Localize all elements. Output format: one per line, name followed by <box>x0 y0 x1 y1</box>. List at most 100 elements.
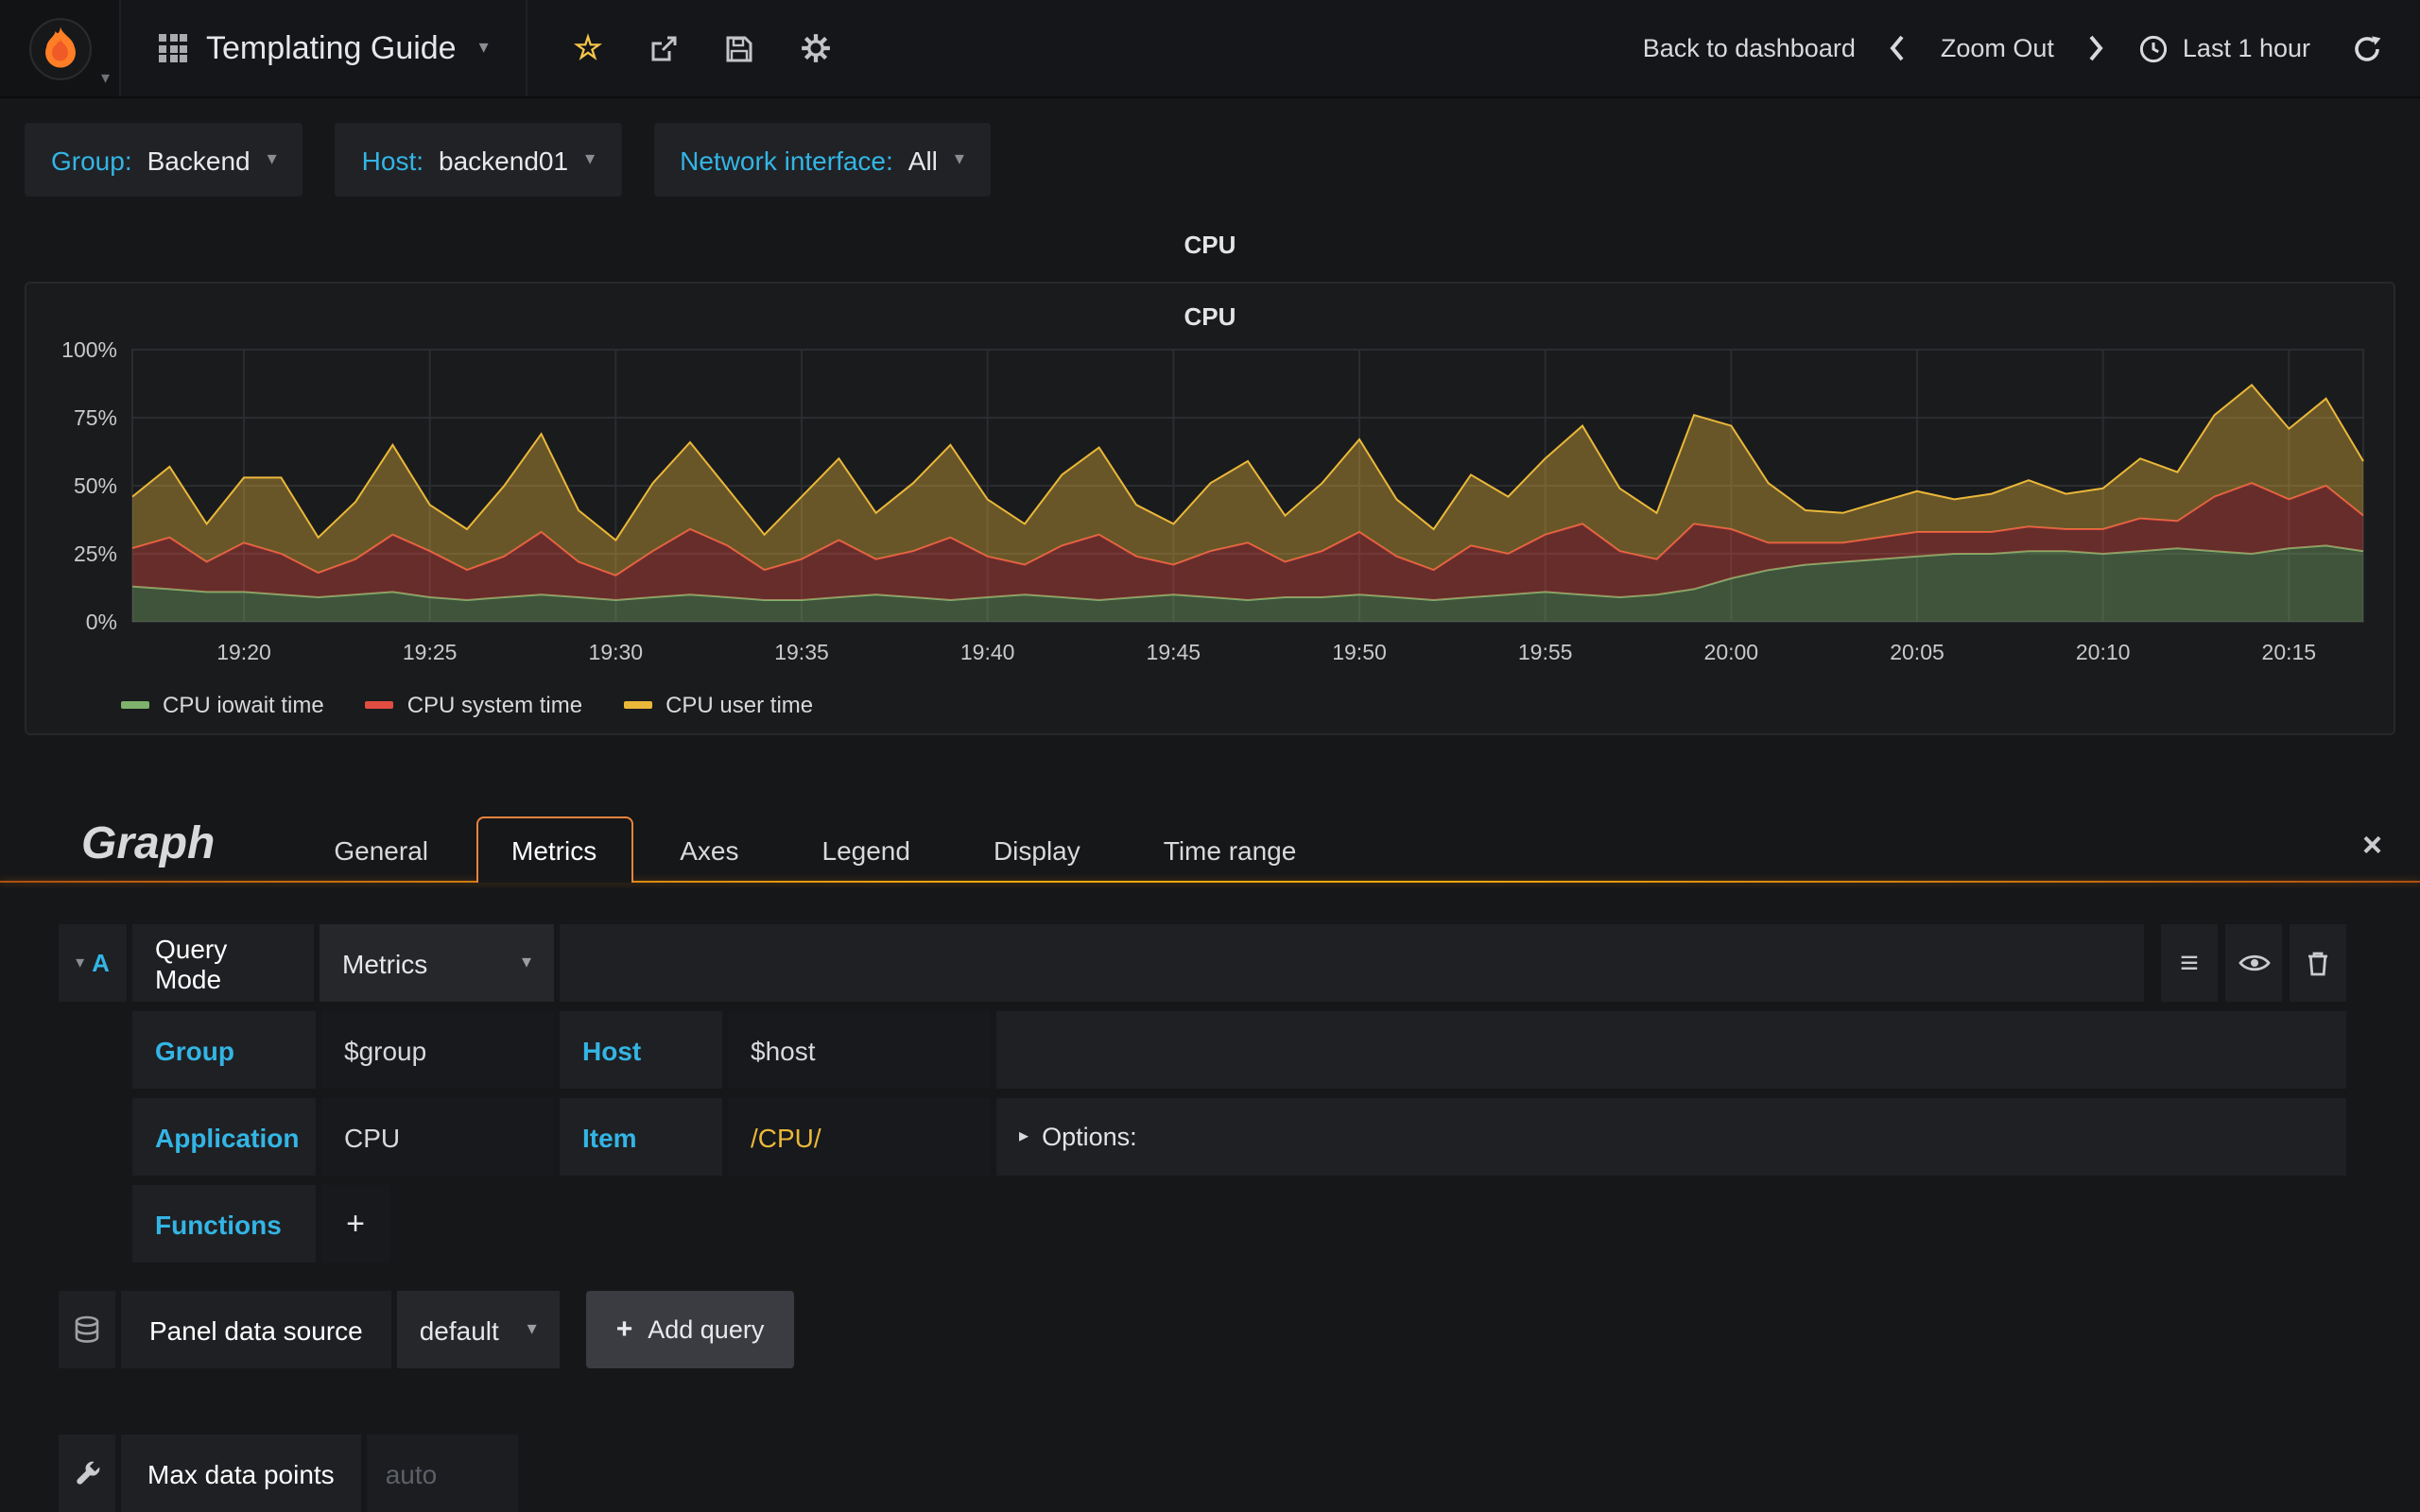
grafana-logo-button[interactable]: ▾ <box>0 0 121 96</box>
svg-text:50%: 50% <box>74 473 117 498</box>
tab-time-range[interactable]: Time range <box>1128 816 1333 883</box>
query-mode-value: Metrics <box>342 948 428 978</box>
tab-metrics[interactable]: Metrics <box>475 816 633 883</box>
grafana-logo-icon <box>28 17 91 79</box>
eye-icon <box>2238 954 2270 971</box>
options-toggle[interactable]: ▸ Options: <box>996 1098 2346 1176</box>
svg-text:100%: 100% <box>61 338 117 362</box>
legend-label: CPU iowait time <box>163 692 324 718</box>
legend-label: CPU system time <box>406 692 583 718</box>
navbar-actions: ☆ <box>528 0 877 96</box>
navbar: ▾ Templating Guide ▾ ☆ Back to dashboard… <box>0 0 2420 98</box>
svg-text:75%: 75% <box>74 405 117 430</box>
tab-general[interactable]: General <box>298 816 464 883</box>
svg-text:19:35: 19:35 <box>774 640 829 664</box>
tab-display[interactable]: Display <box>958 816 1116 883</box>
dashboard-caret-icon: ▾ <box>478 38 489 59</box>
query-delete-button[interactable] <box>2290 924 2346 1002</box>
star-dashboard-button[interactable]: ☆ <box>574 29 603 67</box>
template-variables-row: Group: Backend ▾ Host: backend01 ▾ Netwo… <box>0 98 2420 197</box>
dashboard-title-menu[interactable]: Templating Guide ▾ <box>121 0 528 96</box>
item-value-field[interactable]: /CPU/ <box>728 1098 991 1176</box>
save-dashboard-button[interactable] <box>723 33 753 63</box>
variable-value: backend01 <box>439 145 569 175</box>
add-query-label: Add query <box>648 1315 765 1344</box>
org-switcher-caret-icon: ▾ <box>100 68 110 87</box>
star-icon: ☆ <box>573 29 603 65</box>
wrench-icon-cell <box>59 1435 115 1512</box>
query-mode-label: Query Mode <box>132 924 314 1002</box>
host-value-field[interactable]: $host <box>728 1011 991 1089</box>
time-range-label: Last 1 hour <box>2182 34 2310 62</box>
legend-swatch-icon <box>365 701 394 709</box>
legend-swatch-icon <box>121 701 149 709</box>
query-menu-button[interactable]: ≡ <box>2161 924 2218 1002</box>
datasource-value: default <box>419 1314 499 1345</box>
panel-editor: Graph General Metrics Axes Legend Displa… <box>0 815 2420 1512</box>
editor-tabs: General Metrics Axes Legend Display Time… <box>298 815 1333 883</box>
caret-down-icon: ▾ <box>585 149 596 170</box>
application-label: Application <box>132 1098 316 1176</box>
svg-text:20:05: 20:05 <box>1890 640 1945 664</box>
query-toggle-visibility-button[interactable] <box>2225 924 2282 1002</box>
max-data-points-label: Max data points <box>121 1435 361 1512</box>
variable-label: Group: <box>51 145 132 175</box>
plus-icon: + <box>615 1314 633 1346</box>
caret-down-icon: ▾ <box>521 953 531 973</box>
time-range-picker[interactable]: Last 1 hour <box>2139 33 2310 63</box>
wrench-icon <box>76 1461 99 1485</box>
variable-label: Host: <box>361 145 424 175</box>
share-dashboard-button[interactable] <box>648 33 678 63</box>
query-row-group-host: Group $group Host $host <box>132 1011 2346 1089</box>
caret-down-icon: ▾ <box>267 149 277 170</box>
menu-icon: ≡ <box>2180 945 2199 981</box>
graph-panel-body: CPU 0% 25% 50% 75% 100% 19:20 19:25 19:30 19:35 1… <box>25 282 2395 735</box>
datasource-select[interactable]: default ▾ <box>396 1291 560 1368</box>
trash-icon <box>2308 952 2327 976</box>
legend-item-iowait[interactable]: CPU iowait time <box>121 692 324 718</box>
legend-item-user[interactable]: CPU user time <box>624 692 813 718</box>
application-value-field[interactable]: CPU <box>321 1098 554 1176</box>
query-letter: A <box>92 949 110 977</box>
panel-title[interactable]: CPU <box>25 227 2395 265</box>
datasource-icon-cell <box>59 1291 115 1368</box>
item-label: Item <box>560 1098 722 1176</box>
dashboard-settings-button[interactable] <box>799 32 831 64</box>
zoom-out-button[interactable]: Zoom Out <box>1941 34 2054 62</box>
add-query-button[interactable]: + Add query <box>585 1291 795 1368</box>
clock-icon <box>2140 34 2169 62</box>
chart-legend: CPU iowait time CPU system time CPU user… <box>45 682 2375 722</box>
query-mode-select[interactable]: Metrics ▾ <box>320 924 554 1002</box>
refresh-button[interactable] <box>2352 33 2382 63</box>
tab-axes[interactable]: Axes <box>644 816 774 883</box>
caret-down-icon: ▾ <box>527 1319 537 1340</box>
back-to-dashboard-link[interactable]: Back to dashboard <box>1643 34 1856 62</box>
cpu-area-chart[interactable]: 0% 25% 50% 75% 100% 19:20 19:25 19:30 19:35 19:40… <box>45 338 2382 682</box>
svg-text:20:10: 20:10 <box>2076 640 2131 664</box>
tab-legend[interactable]: Legend <box>786 816 946 883</box>
variable-dropdown-host[interactable]: Host: backend01 ▾ <box>335 123 622 197</box>
panel-data-source-label: Panel data source <box>121 1291 391 1368</box>
variable-dropdown-group[interactable]: Group: Backend ▾ <box>25 123 303 197</box>
legend-label: CPU user time <box>666 692 814 718</box>
row-filler <box>996 1011 2346 1089</box>
save-icon <box>725 35 752 61</box>
svg-text:19:45: 19:45 <box>1147 640 1201 664</box>
query-collapse-toggle[interactable]: ▾ A <box>59 924 127 1002</box>
group-value-field[interactable]: $group <box>321 1011 554 1089</box>
variable-dropdown-network-interface[interactable]: Network interface: All ▾ <box>653 123 991 197</box>
time-shift-right-button[interactable] <box>2084 30 2109 66</box>
time-shift-left-button[interactable] <box>1886 30 1910 66</box>
close-editor-button[interactable]: × <box>2362 828 2382 862</box>
max-data-points-input[interactable] <box>366 1435 518 1512</box>
add-function-button[interactable]: + <box>321 1185 389 1263</box>
svg-text:20:15: 20:15 <box>2262 640 2317 664</box>
collapse-caret-icon: ▾ <box>76 953 85 971</box>
legend-item-system[interactable]: CPU system time <box>365 692 583 718</box>
options-label: Options: <box>1042 1123 1137 1151</box>
dashboard-title: Templating Guide <box>206 29 457 65</box>
chevron-right-icon <box>2090 35 2104 61</box>
variable-value: All <box>908 145 938 175</box>
grafana-app: ▾ Templating Guide ▾ ☆ Back to dashboard… <box>0 0 2420 1512</box>
svg-text:19:30: 19:30 <box>589 640 644 664</box>
